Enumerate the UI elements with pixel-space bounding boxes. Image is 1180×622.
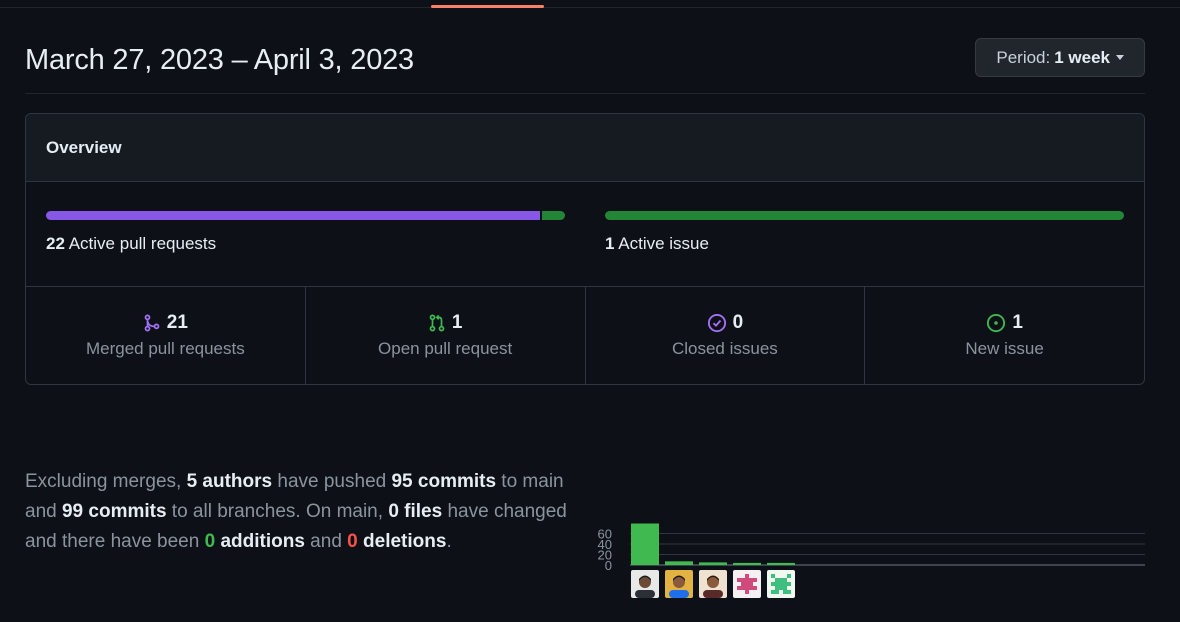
stat-closed-issues[interactable]: 0 Closed issues: [586, 287, 866, 384]
closed-issues-count: 0: [732, 312, 744, 333]
git-pull-request-icon: [429, 314, 445, 332]
files-changed: 0 files: [388, 501, 443, 522]
author-avatar[interactable]: [767, 570, 795, 598]
user-photo-icon: [635, 575, 655, 598]
overview-title: Overview: [46, 137, 122, 157]
author-avatar[interactable]: [665, 570, 693, 598]
pull-requests-progress-bar: [46, 211, 565, 220]
overview-bars: 22 Active pull requests 1 Active issue: [26, 182, 1144, 287]
overview-stats: 21 Merged pull requests 1 Open pull requ…: [26, 287, 1144, 384]
issues-progress-bar: [605, 211, 1124, 220]
merged-label: Merged pull requests: [85, 339, 245, 358]
new-issue-segment: [605, 211, 1124, 220]
period-label: Period:: [996, 47, 1051, 67]
active-issues-text: Active issue: [618, 234, 709, 253]
commit-bar[interactable]: [733, 562, 761, 565]
merged-segment: [46, 211, 540, 220]
stat-open-pull-requests[interactable]: 1 Open pull request: [306, 287, 586, 384]
new-issues-label: New issue: [965, 339, 1044, 358]
chevron-down-icon: [1116, 55, 1124, 60]
new-issues-count: 1: [1012, 312, 1023, 333]
period-value: 1 week: [1054, 47, 1110, 67]
git-merge-icon: [144, 314, 160, 332]
commit-bar[interactable]: [665, 561, 693, 565]
closed-issues-label: Closed issues: [671, 339, 778, 358]
authors-link[interactable]: 5 authors: [187, 471, 273, 492]
user-photo-icon: [703, 575, 723, 598]
active-issues-count: 1: [605, 234, 615, 253]
open-segment: [541, 211, 565, 220]
issue-opened-icon: [987, 313, 1006, 333]
commits-all-link[interactable]: 99 commits: [62, 501, 167, 522]
deletions-count: 0: [347, 531, 358, 552]
commit-bar[interactable]: [631, 523, 659, 565]
identicon-icon: [737, 574, 757, 594]
active-tab-indicator: [431, 5, 544, 8]
active-pull-requests-count: 22: [46, 234, 65, 253]
active-issues-label: 1 Active issue: [605, 234, 1124, 254]
overview-header: Overview: [26, 114, 1144, 182]
deletions-label: deletions: [357, 531, 447, 552]
stat-merged-pull-requests[interactable]: 21 Merged pull requests: [26, 287, 306, 384]
stat-new-issues[interactable]: 1 New issue: [865, 287, 1144, 384]
merged-count: 21: [166, 312, 188, 333]
active-pull-requests-summary[interactable]: 22 Active pull requests: [46, 211, 565, 254]
y-tick-label: 60: [598, 527, 612, 542]
additions-count: 0: [204, 531, 216, 552]
issue-closed-icon: [707, 313, 726, 333]
period-dropdown-button[interactable]: Period: 1 week: [975, 38, 1145, 77]
page-title: March 27, 2023 – April 3, 2023: [25, 44, 414, 76]
commits-by-author-chart: 0 20 40 60: [590, 430, 1150, 605]
active-pull-requests-text: Active pull requests: [68, 234, 217, 253]
identicon-icon: [771, 574, 791, 594]
author-avatar[interactable]: [733, 570, 761, 598]
page-header: March 27, 2023 – April 3, 2023 Period: 1…: [25, 38, 1145, 94]
commits-main-link[interactable]: 95 commits: [391, 471, 496, 492]
active-pull-requests-label: 22 Active pull requests: [46, 234, 565, 254]
commit-bar[interactable]: [699, 562, 727, 565]
author-avatar[interactable]: [699, 570, 727, 598]
active-issues-summary[interactable]: 1 Active issue: [605, 211, 1124, 254]
overview-box: Overview 22 Active pull requests 1 Activ…: [25, 113, 1145, 385]
commit-bar[interactable]: [767, 562, 795, 565]
user-photo-icon: [669, 575, 689, 598]
open-pr-count: 1: [451, 312, 463, 333]
open-pr-label: Open pull request: [378, 339, 513, 358]
additions-label: additions: [215, 531, 305, 552]
top-divider: [0, 7, 1180, 8]
commit-summary: Excluding merges, 5 authors have pushed …: [25, 471, 567, 552]
author-avatar[interactable]: [631, 570, 659, 598]
